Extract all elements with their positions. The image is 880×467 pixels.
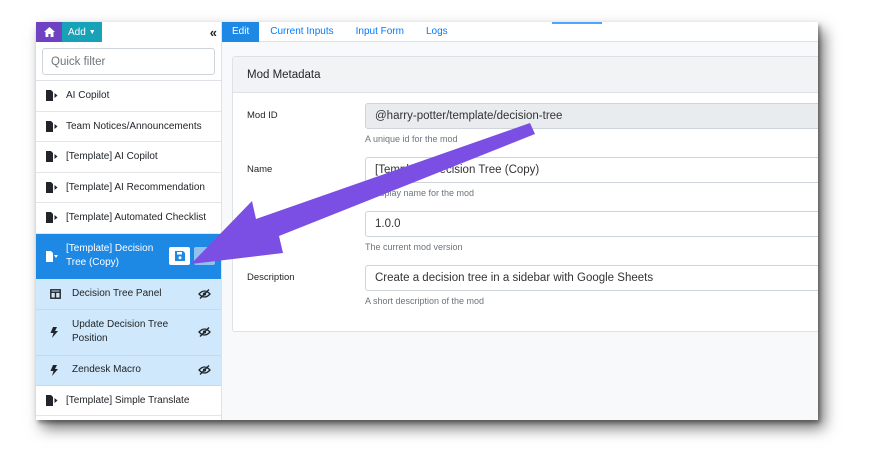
collapse-sidebar-icon[interactable]: « (210, 25, 217, 40)
add-button[interactable]: Add ▼ (62, 22, 102, 42)
eye-slash-icon[interactable] (198, 327, 211, 337)
brick-item[interactable]: Decision Tree Panel (36, 279, 221, 310)
mod-item[interactable]: [Template] Automated Checklist (36, 203, 221, 234)
tab-scroll-indicator (552, 22, 602, 24)
sidebar-toolbar: Add ▼ « (36, 22, 221, 42)
mod-item[interactable]: Team Notices/Announcements (36, 112, 221, 142)
file-icon (46, 181, 60, 193)
add-button-label: Add (68, 26, 86, 38)
mod-id-help: A unique id for the mod (365, 134, 458, 144)
editor-tabs: Edit Current Inputs Input Form Logs (222, 22, 818, 42)
quick-filter-input[interactable] (42, 48, 215, 75)
editor-main: Edit Current Inputs Input Form Logs Mod … (222, 22, 818, 420)
mod-sidebar: Add ▼ « AI Copilot Team Notices/Announcem… (36, 22, 222, 420)
active-mod-label: [Template] Decision Tree (Copy) (66, 243, 154, 268)
bolt-icon (50, 364, 64, 376)
home-button[interactable] (36, 22, 62, 42)
page-editor-window: Add ▼ « AI Copilot Team Notices/Announcem… (36, 22, 818, 420)
file-open-icon (46, 250, 60, 262)
name-help: A display name for the mod (365, 188, 475, 198)
brick-item-label: Update Decision Tree Position (72, 319, 169, 344)
mod-item[interactable]: [Template] Simple Translate (36, 386, 221, 416)
mod-item-label: [Template] AI Recommendation (66, 181, 205, 193)
mod-id-label: Mod ID (247, 110, 278, 121)
brick-item-label: Zendesk Macro (72, 364, 141, 375)
tab-current-inputs[interactable]: Current Inputs (259, 22, 344, 42)
save-button[interactable] (169, 247, 190, 265)
version-label: Version (247, 218, 279, 229)
file-icon (46, 394, 60, 406)
brick-item[interactable]: Zendesk Macro (36, 355, 221, 386)
file-icon (46, 120, 60, 132)
description-help: A short description of the mod (365, 296, 485, 306)
home-icon (43, 27, 55, 37)
name-label: Name (247, 164, 273, 175)
file-icon (46, 212, 60, 224)
description-label: Description (247, 272, 295, 283)
mod-item-active[interactable]: [Template] Decision Tree (Copy) (36, 233, 221, 280)
mod-list: AI Copilot Team Notices/Announcements [Tem… (36, 81, 221, 416)
mod-item[interactable]: [Template] AI Copilot (36, 142, 221, 173)
mod-item[interactable]: [Template] AI Recommendation (36, 173, 221, 203)
mod-item-label: AI Copilot (66, 90, 110, 102)
tab-logs[interactable]: Logs (415, 22, 459, 42)
name-input[interactable]: [Template] Decision Tree (Copy) (365, 157, 818, 183)
mod-item-label: [Template] AI Copilot (66, 151, 158, 163)
brick-item-label: Decision Tree Panel (72, 288, 162, 299)
version-input[interactable]: 1.0.0 (365, 211, 818, 237)
tab-edit[interactable]: Edit (222, 22, 260, 42)
mod-metadata-card: Mod Metadata Mod ID @harry-potter/templa… (232, 56, 818, 332)
active-mod-actions (169, 247, 215, 265)
mod-id-input[interactable]: @harry-potter/template/decision-tree (365, 103, 818, 129)
description-input[interactable]: Create a decision tree in a sidebar with… (365, 265, 818, 291)
brick-item[interactable]: Update Decision Tree Position (36, 309, 221, 356)
version-help: The current mod version (365, 242, 463, 252)
eye-slash-icon[interactable] (198, 289, 211, 299)
file-icon (46, 90, 60, 102)
mod-item-label: [Template] Automated Checklist (66, 212, 207, 224)
eye-slash-icon[interactable] (198, 365, 211, 375)
caret-down-icon: ▼ (88, 28, 96, 36)
quick-filter-wrap (36, 42, 221, 81)
file-icon (46, 151, 60, 163)
tab-input-form[interactable]: Input Form (345, 22, 415, 42)
mod-item[interactable]: AI Copilot (36, 81, 221, 112)
save-icon (174, 251, 185, 261)
bolt-icon (50, 326, 64, 338)
more-actions-button[interactable] (194, 247, 215, 265)
card-title: Mod Metadata (233, 57, 818, 93)
panel-icon (50, 289, 64, 299)
mod-item-label: Team Notices/Announcements (66, 120, 202, 132)
mod-item-label: [Template] Simple Translate (66, 394, 190, 406)
